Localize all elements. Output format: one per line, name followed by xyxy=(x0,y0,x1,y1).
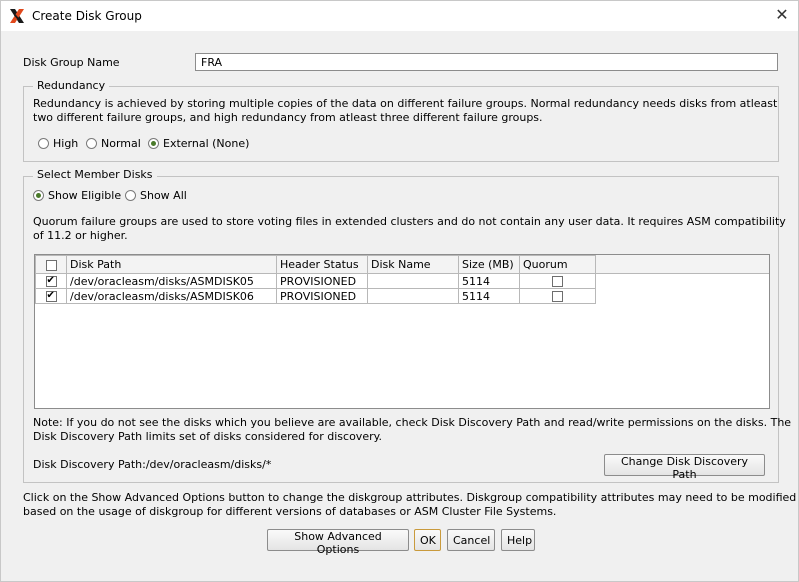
disk-group-name-label: Disk Group Name xyxy=(23,56,120,69)
column-header-disk-path[interactable]: Disk Path xyxy=(66,255,277,274)
disk-path-cell: /dev/oracleasm/disks/ASMDISK06 xyxy=(66,288,277,304)
change-discovery-path-button[interactable]: Change Disk Discovery Path xyxy=(604,454,765,481)
title-bar: Create Disk Group ✕ xyxy=(1,1,798,31)
advanced-note-line2: based on the usage of diskgroup for diff… xyxy=(23,505,557,518)
column-header-header-status[interactable]: Header Status xyxy=(276,255,368,274)
table-row[interactable]: /dev/oracleasm/disks/ASMDISK06 PROVISION… xyxy=(35,288,596,304)
radio-normal-label: Normal xyxy=(101,137,141,150)
radio-normal-circle[interactable] xyxy=(86,138,97,149)
radio-show-all[interactable]: Show All xyxy=(125,189,187,202)
row-select-cell[interactable] xyxy=(35,288,67,304)
header-status-cell: PROVISIONED xyxy=(276,273,368,289)
disk-name-cell[interactable] xyxy=(367,288,459,304)
create-disk-group-dialog: Create Disk Group ✕ Disk Group Name Redu… xyxy=(0,0,799,582)
select-all-checkbox[interactable] xyxy=(45,259,57,271)
quorum-checkbox[interactable] xyxy=(552,276,563,287)
disks-table: Disk Path Header Status Disk Name Size (… xyxy=(35,255,596,304)
column-header-select[interactable] xyxy=(35,255,67,274)
radio-external-label: External (None) xyxy=(163,137,250,150)
row-select-cell[interactable] xyxy=(35,273,67,289)
row-select-checkbox[interactable] xyxy=(45,289,57,303)
window-title: Create Disk Group xyxy=(32,9,142,23)
column-header-disk-name[interactable]: Disk Name xyxy=(367,255,459,274)
discovery-note-line1: Note: If you do not see the disks which … xyxy=(33,416,792,429)
table-header-row: Disk Path Header Status Disk Name Size (… xyxy=(35,255,596,274)
disk-path-cell: /dev/oracleasm/disks/ASMDISK05 xyxy=(66,273,277,289)
radio-normal[interactable]: Normal xyxy=(86,137,141,150)
radio-show-eligible-circle[interactable] xyxy=(33,190,44,201)
header-status-cell: PROVISIONED xyxy=(276,288,368,304)
redundancy-description-line2: two different failure groups, and high r… xyxy=(33,111,543,124)
member-disks-title: Select Member Disks xyxy=(33,168,157,181)
close-icon[interactable]: ✕ xyxy=(772,5,792,25)
help-button[interactable]: Help xyxy=(501,529,535,551)
radio-high-circle[interactable] xyxy=(38,138,49,149)
radio-external[interactable]: External (None) xyxy=(148,137,249,150)
quorum-note-line1: Quorum failure groups are used to store … xyxy=(33,215,786,228)
quorum-note-line2: of 11.2 or higher. xyxy=(33,229,128,242)
size-cell: 5114 xyxy=(458,273,520,289)
disk-name-cell[interactable] xyxy=(367,273,459,289)
radio-show-eligible-label: Show Eligible xyxy=(48,189,122,202)
radio-external-circle[interactable] xyxy=(148,138,159,149)
size-cell: 5114 xyxy=(458,288,520,304)
ok-button[interactable]: OK xyxy=(414,529,441,551)
disk-group-name-input[interactable] xyxy=(195,53,778,71)
disks-table-area: Disk Path Header Status Disk Name Size (… xyxy=(34,254,770,409)
radio-high[interactable]: High xyxy=(38,137,78,150)
redundancy-title: Redundancy xyxy=(33,79,110,92)
show-advanced-options-button[interactable]: Show Advanced Options xyxy=(267,529,409,556)
cancel-button[interactable]: Cancel xyxy=(447,529,495,551)
advanced-note-line1: Click on the Show Advanced Options butto… xyxy=(23,491,797,504)
quorum-checkbox[interactable] xyxy=(552,291,563,302)
radio-show-all-label: Show All xyxy=(140,189,187,202)
radio-show-eligible[interactable]: Show Eligible xyxy=(33,189,121,202)
radio-show-all-circle[interactable] xyxy=(125,190,136,201)
quorum-cell[interactable] xyxy=(519,273,596,289)
quorum-cell[interactable] xyxy=(519,288,596,304)
column-header-size[interactable]: Size (MB) xyxy=(458,255,520,274)
table-header-filler xyxy=(596,255,769,274)
redundancy-description-line1: Redundancy is achieved by storing multip… xyxy=(33,97,778,110)
column-header-quorum[interactable]: Quorum xyxy=(519,255,596,274)
oracle-x-icon xyxy=(10,9,24,23)
discovery-note-line2: Disk Discovery Path limits set of disks … xyxy=(33,430,383,443)
discovery-path-label: Disk Discovery Path:/dev/oracleasm/disks… xyxy=(33,458,272,471)
table-row[interactable]: /dev/oracleasm/disks/ASMDISK05 PROVISION… xyxy=(35,273,596,289)
row-select-checkbox[interactable] xyxy=(45,274,57,288)
radio-high-label: High xyxy=(53,137,79,150)
